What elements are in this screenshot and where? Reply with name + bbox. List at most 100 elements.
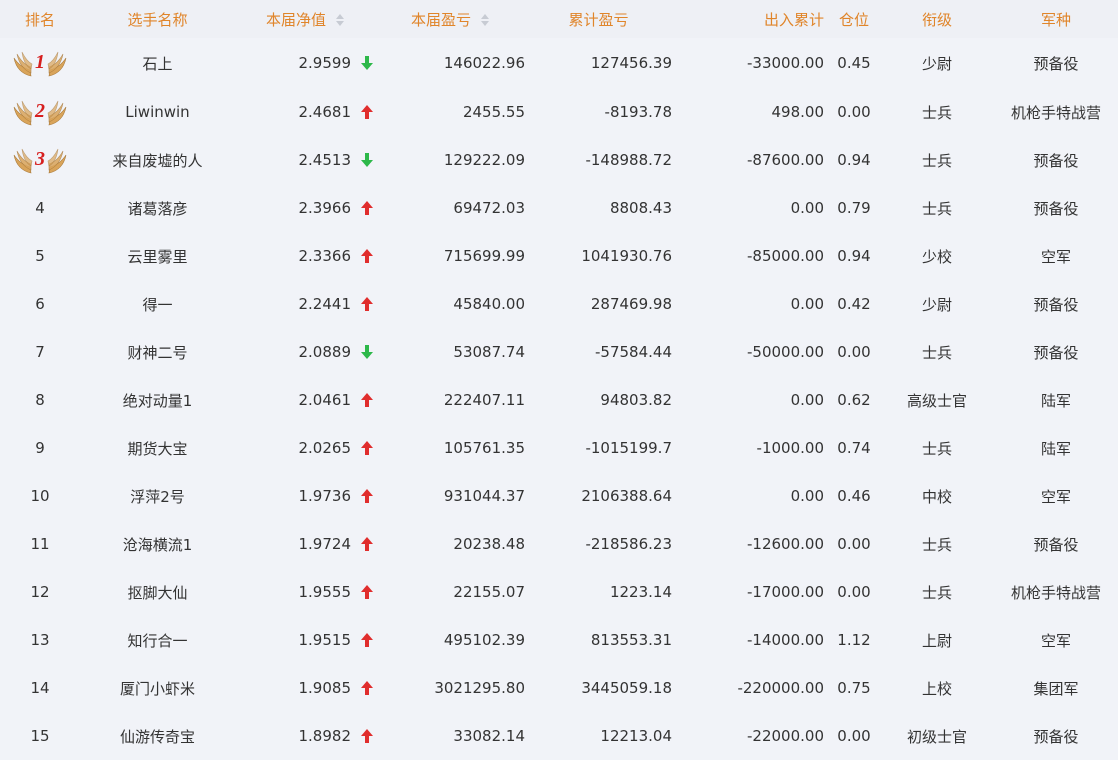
- inout-value: -87600.00: [747, 151, 824, 169]
- medal-wings-icon: 1: [13, 51, 67, 77]
- player-name[interactable]: 期货大宝: [80, 424, 235, 472]
- table-row[interactable]: 2 Liwinwin 2.4681 2455.55 -8193.78 498.0…: [0, 88, 1118, 136]
- arrow-up-icon: [361, 441, 373, 455]
- title-cell: 上校: [880, 664, 994, 712]
- sort-icon[interactable]: [336, 14, 344, 26]
- table-row[interactable]: 3 来自废墟的人 2.4513 129222.09 -148988.72 -87…: [0, 136, 1118, 184]
- title-value: 士兵: [921, 583, 952, 602]
- cum-profit-value: 3445059.18: [581, 679, 672, 697]
- player-name[interactable]: 诸葛落彦: [80, 184, 235, 232]
- position-value: 0.94: [837, 151, 871, 169]
- profit-cell: 45840.00: [375, 280, 525, 328]
- position-cell: 0.00: [828, 520, 880, 568]
- nav-value: 2.3966: [298, 199, 352, 217]
- header-name: 选手名称: [127, 10, 188, 29]
- table-row[interactable]: 7 财神二号 2.0889 53087.74 -57584.44 -50000.…: [0, 328, 1118, 376]
- position-value: 0.42: [837, 295, 871, 313]
- sort-icon[interactable]: [481, 14, 489, 26]
- rank-number: 13: [30, 631, 50, 649]
- player-name[interactable]: 抠脚大仙: [80, 568, 235, 616]
- inout-value: 0.00: [790, 487, 824, 505]
- inout-value: -14000.00: [747, 631, 824, 649]
- table-row[interactable]: 12 抠脚大仙 1.9555 22155.07 1223.14 -17000.0…: [0, 568, 1118, 616]
- header-nav[interactable]: 本届净值: [235, 0, 375, 38]
- profit-value: 22155.07: [453, 583, 525, 601]
- branch-value: 机枪手特战营: [1010, 583, 1101, 602]
- player-name[interactable]: 绝对动量1: [80, 376, 235, 424]
- nav-cell: 2.9599: [235, 38, 375, 88]
- player-name[interactable]: 来自废墟的人: [80, 136, 235, 184]
- table-row[interactable]: 5 云里雾里 2.3366 715699.99 1041930.76 -8500…: [0, 232, 1118, 280]
- player-name[interactable]: 云里雾里: [80, 232, 235, 280]
- rank-cell: 6: [0, 280, 80, 328]
- cum-profit-value: 1223.14: [609, 583, 672, 601]
- title-value: 士兵: [921, 535, 952, 554]
- title-value: 士兵: [921, 343, 952, 362]
- profit-cell: 105761.35: [375, 424, 525, 472]
- table-row[interactable]: 4 诸葛落彦 2.3966 69472.03 8808.43 0.00 0.79…: [0, 184, 1118, 232]
- player-name[interactable]: 浮萍2号: [80, 472, 235, 520]
- player-name[interactable]: 石上: [80, 38, 235, 88]
- position-cell: 0.94: [828, 136, 880, 184]
- position-cell: 0.45: [828, 38, 880, 88]
- branch-cell: 陆军: [994, 376, 1118, 424]
- header-inout: 出入累计: [763, 10, 824, 29]
- arrow-up-icon: [361, 585, 373, 599]
- position-cell: 0.46: [828, 472, 880, 520]
- title-cell: 士兵: [880, 520, 994, 568]
- profit-cell: 20238.48: [375, 520, 525, 568]
- cum-profit-value: -148988.72: [585, 151, 672, 169]
- title-cell: 士兵: [880, 424, 994, 472]
- branch-cell: 机枪手特战营: [994, 88, 1118, 136]
- position-value: 0.00: [837, 343, 871, 361]
- nav-cell: 2.4513: [235, 136, 375, 184]
- table-row[interactable]: 6 得一 2.2441 45840.00 287469.98 0.00 0.42…: [0, 280, 1118, 328]
- inout-value: -12600.00: [747, 535, 824, 553]
- player-name-text: 厦门小虾米: [119, 679, 195, 698]
- cum-profit-value: -218586.23: [585, 535, 672, 553]
- branch-value: 陆军: [1040, 439, 1071, 458]
- nav-value: 1.8982: [298, 727, 352, 745]
- nav-value: 2.4513: [298, 151, 352, 169]
- profit-value: 45840.00: [453, 295, 525, 313]
- table-row[interactable]: 10 浮萍2号 1.9736 931044.37 2106388.64 0.00…: [0, 472, 1118, 520]
- nav-cell: 1.9515: [235, 616, 375, 664]
- position-value: 0.75: [837, 679, 871, 697]
- table-row[interactable]: 8 绝对动量1 2.0461 222407.11 94803.82 0.00 0…: [0, 376, 1118, 424]
- header-profit[interactable]: 本届盈亏: [375, 0, 525, 38]
- table-row[interactable]: 11 沧海横流1 1.9724 20238.48 -218586.23 -126…: [0, 520, 1118, 568]
- title-cell: 士兵: [880, 184, 994, 232]
- position-value: 0.79: [837, 199, 871, 217]
- header-cum-profit: 累计盈亏: [568, 10, 629, 29]
- table-row[interactable]: 1 石上 2.9599 146022.96 127456.39 -33000.0…: [0, 38, 1118, 88]
- player-name[interactable]: 沧海横流1: [80, 520, 235, 568]
- player-name[interactable]: 仙游传奇宝: [80, 712, 235, 760]
- branch-cell: 空军: [994, 472, 1118, 520]
- profit-cell: 2455.55: [375, 88, 525, 136]
- player-name[interactable]: Liwinwin: [80, 88, 235, 136]
- rank-number: 8: [35, 391, 45, 409]
- nav-cell: 2.0265: [235, 424, 375, 472]
- cum-profit-value: 1041930.76: [581, 247, 672, 265]
- branch-value: 预备役: [1033, 199, 1079, 218]
- arrow-up-icon: [361, 681, 373, 695]
- table-row[interactable]: 15 仙游传奇宝 1.8982 33082.14 12213.04 -22000…: [0, 712, 1118, 760]
- cum-profit-cell: 813553.31: [525, 616, 672, 664]
- table-row[interactable]: 14 厦门小虾米 1.9085 3021295.80 3445059.18 -2…: [0, 664, 1118, 712]
- cum-profit-cell: -8193.78: [525, 88, 672, 136]
- rank-number: 9: [35, 439, 45, 457]
- player-name[interactable]: 得一: [80, 280, 235, 328]
- table-row[interactable]: 9 期货大宝 2.0265 105761.35 -1015199.7 -1000…: [0, 424, 1118, 472]
- cum-profit-cell: 94803.82: [525, 376, 672, 424]
- player-name[interactable]: 厦门小虾米: [80, 664, 235, 712]
- player-name-text: 抠脚大仙: [127, 583, 188, 602]
- arrow-up-icon: [361, 489, 373, 503]
- position-cell: 0.75: [828, 664, 880, 712]
- cum-profit-cell: -148988.72: [525, 136, 672, 184]
- table-row[interactable]: 13 知行合一 1.9515 495102.39 813553.31 -1400…: [0, 616, 1118, 664]
- title-value: 初级士官: [906, 727, 967, 746]
- rank-cell: 3: [0, 136, 80, 184]
- player-name-text: 财神二号: [127, 343, 188, 362]
- player-name[interactable]: 知行合一: [80, 616, 235, 664]
- player-name[interactable]: 财神二号: [80, 328, 235, 376]
